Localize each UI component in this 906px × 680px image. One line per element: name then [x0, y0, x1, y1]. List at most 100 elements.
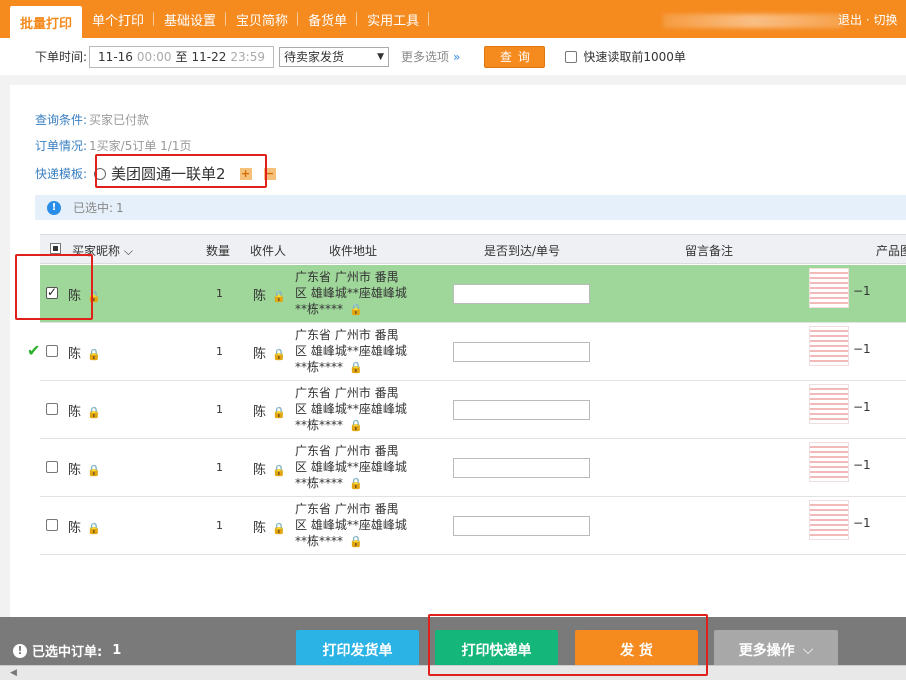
product-image [809, 500, 849, 540]
col-note: 留言备注 [685, 244, 734, 258]
quick-read-label: 快速读取前1000单 [583, 50, 686, 64]
table-row[interactable]: 陈🔒 1 陈🔒 广东省 广州市 番禺区 雄峰城**座雄峰城**栋****🔒 −1 [40, 323, 906, 381]
to-label: 至 [175, 50, 188, 64]
logout-link[interactable]: 退出 · 切换 [838, 11, 897, 28]
tracking-number-input[interactable] [453, 284, 590, 304]
tab-item-alias[interactable]: 宝贝简称 [226, 0, 299, 38]
selected-orders-value: 1 [112, 643, 122, 658]
print-invoice-button[interactable]: 打印发货单 [296, 630, 419, 670]
quick-read-option[interactable]: 快速读取前1000单 [565, 48, 686, 65]
top-nav: 批量打印 单个打印 基础设置 宝贝简称 备货单 实用工具 退出 · 切换 [0, 0, 906, 38]
tab-stock-list[interactable]: 备货单 [298, 0, 358, 38]
table-row[interactable]: 陈🔒 1 陈🔒 广东省 广州市 番禺区 雄峰城**座雄峰城**栋****🔒 −1 [40, 265, 906, 323]
receiver: 陈 🔒 [253, 343, 286, 362]
select-all-checkbox[interactable] [50, 243, 61, 254]
address-line: **栋**** [295, 476, 344, 490]
receiver-text: 陈 [253, 521, 267, 536]
receiver-address: 广东省 广州市 番禺区 雄峰城**座雄峰城 **栋**** 🔒 [295, 385, 430, 434]
tab-batch-print[interactable]: 批量打印 [10, 6, 83, 38]
buyer-nick-text: 陈 [68, 405, 82, 420]
tab-single-print[interactable]: 单个打印 [82, 0, 155, 38]
tab-tools[interactable]: 实用工具 [357, 0, 430, 38]
more-operations-button[interactable]: 更多操作 ⌵ [714, 630, 838, 670]
address-line: 区 雄峰城**座雄峰城 [295, 460, 407, 474]
highlight-action-buttons [428, 614, 708, 676]
check-icon: ✔ [27, 341, 41, 360]
order-qty: 1 [216, 519, 223, 532]
address-line: **栋**** [295, 360, 344, 374]
receiver-address: 广东省 广州市 番禺区 雄峰城**座雄峰城 **栋**** 🔒 [295, 269, 430, 318]
end-date: 11-22 [191, 49, 227, 64]
receiver-address: 广东省 广州市 番禺区 雄峰城**座雄峰城 **栋**** 🔒 [295, 443, 430, 492]
buyer-nick-text: 陈 [68, 463, 82, 478]
quick-read-checkbox[interactable] [565, 50, 578, 63]
scroll-left-arrow-icon[interactable]: ◀ [10, 668, 17, 678]
row-checkbox[interactable] [46, 461, 58, 473]
lock-icon[interactable]: 🔒 [87, 522, 101, 535]
date-range-input[interactable]: 11-16 00:00 至 11-22 23:59 [89, 45, 274, 68]
lock-icon[interactable]: 🔒 [349, 360, 363, 376]
row-checkbox[interactable] [46, 519, 58, 531]
highlight-row-checkbox [15, 254, 93, 320]
tracking-number-input[interactable] [453, 458, 590, 478]
buyer-nick: 陈 🔒 [68, 401, 101, 420]
col-qty: 数量 [206, 244, 231, 258]
address-line: **栋**** [295, 302, 344, 316]
lock-icon[interactable]: 🔒 [349, 534, 363, 550]
address-line: 区 雄峰城**座雄峰城 [295, 402, 407, 416]
tracking-number-input[interactable] [453, 342, 590, 362]
express-template-label: 快递模板: [35, 167, 88, 181]
double-chevron-right-icon: » [453, 50, 461, 64]
tracking-number-input[interactable] [453, 400, 590, 420]
address-line: 广东省 广州市 番禺 [295, 386, 399, 400]
address-line: 广东省 广州市 番禺 [295, 502, 399, 516]
buyer-nick-text: 陈 [68, 521, 82, 536]
order-qty: 1 [216, 461, 223, 474]
lock-icon[interactable]: 🔒 [87, 464, 101, 477]
lock-icon[interactable]: 🔒 [272, 406, 286, 419]
query-condition-label: 查询条件: [35, 113, 88, 127]
table-row[interactable]: 陈🔒 1 陈🔒 广东省 广州市 番禺区 雄峰城**座雄峰城**栋****🔒 −1 [40, 497, 906, 555]
order-status-value: 待卖家发货 [284, 50, 345, 64]
product-image [809, 326, 849, 366]
order-status-select[interactable]: 待卖家发货 ▼ [279, 46, 389, 67]
filter-bar: 下单时间: 11-16 00:00 至 11-22 23:59 待卖家发货 ▼ … [0, 38, 906, 75]
order-qty: 1 [216, 345, 223, 358]
query-condition-value: 买家已付款 [89, 113, 150, 127]
row-checkbox[interactable] [46, 345, 58, 357]
chevron-down-icon: ⌵ [123, 244, 133, 258]
lock-icon[interactable]: 🔒 [349, 418, 363, 434]
query-condition: 查询条件: 买家已付款 [35, 111, 149, 128]
lock-icon[interactable]: 🔒 [272, 522, 286, 535]
address-line: 广东省 广州市 番禺 [295, 270, 399, 284]
order-time-label: 下单时间: [35, 50, 88, 64]
selected-info-bar: ! 已选中: 1 [35, 195, 906, 220]
more-options-label: 更多选项 [401, 50, 450, 64]
lock-icon[interactable]: 🔒 [87, 406, 101, 419]
lock-icon[interactable]: 🔒 [272, 464, 286, 477]
table-row[interactable]: 陈🔒 1 陈🔒 广东省 广州市 番禺区 雄峰城**座雄峰城**栋****🔒 −1 [40, 439, 906, 497]
tab-basic-settings[interactable]: 基础设置 [154, 0, 227, 38]
tracking-number-input[interactable] [453, 516, 590, 536]
more-options-link[interactable]: 更多选项» [401, 48, 460, 65]
product-image [809, 268, 849, 308]
receiver: 陈 🔒 [253, 517, 286, 536]
info-icon: ! [13, 643, 27, 658]
info-icon: ! [47, 200, 61, 215]
query-button[interactable]: 查询 [484, 45, 546, 68]
address-line: 区 雄峰城**座雄峰城 [295, 518, 407, 532]
row-checkbox[interactable] [46, 403, 58, 415]
lock-icon[interactable]: 🔒 [349, 302, 363, 318]
receiver: 陈 🔒 [253, 459, 286, 478]
lock-icon[interactable]: 🔒 [272, 348, 286, 361]
buyer-nick: 陈 🔒 [68, 517, 101, 536]
table-header: 买家昵称 ⌵ 数量 收件人 收件地址 是否到达/单号 留言备注 产品图 [40, 234, 906, 264]
lock-icon[interactable]: 🔒 [272, 290, 286, 303]
lock-icon[interactable]: 🔒 [349, 476, 363, 492]
lock-icon[interactable]: 🔒 [87, 348, 101, 361]
address-line: 广东省 广州市 番禺 [295, 328, 399, 342]
table-row[interactable]: 陈🔒 1 陈🔒 广东省 广州市 番禺区 雄峰城**座雄峰城**栋****🔒 −1 [40, 381, 906, 439]
receiver-address: 广东省 广州市 番禺区 雄峰城**座雄峰城 **栋**** 🔒 [295, 501, 430, 550]
col-tracking: 是否到达/单号 [484, 244, 561, 258]
address-line: **栋**** [295, 418, 344, 432]
